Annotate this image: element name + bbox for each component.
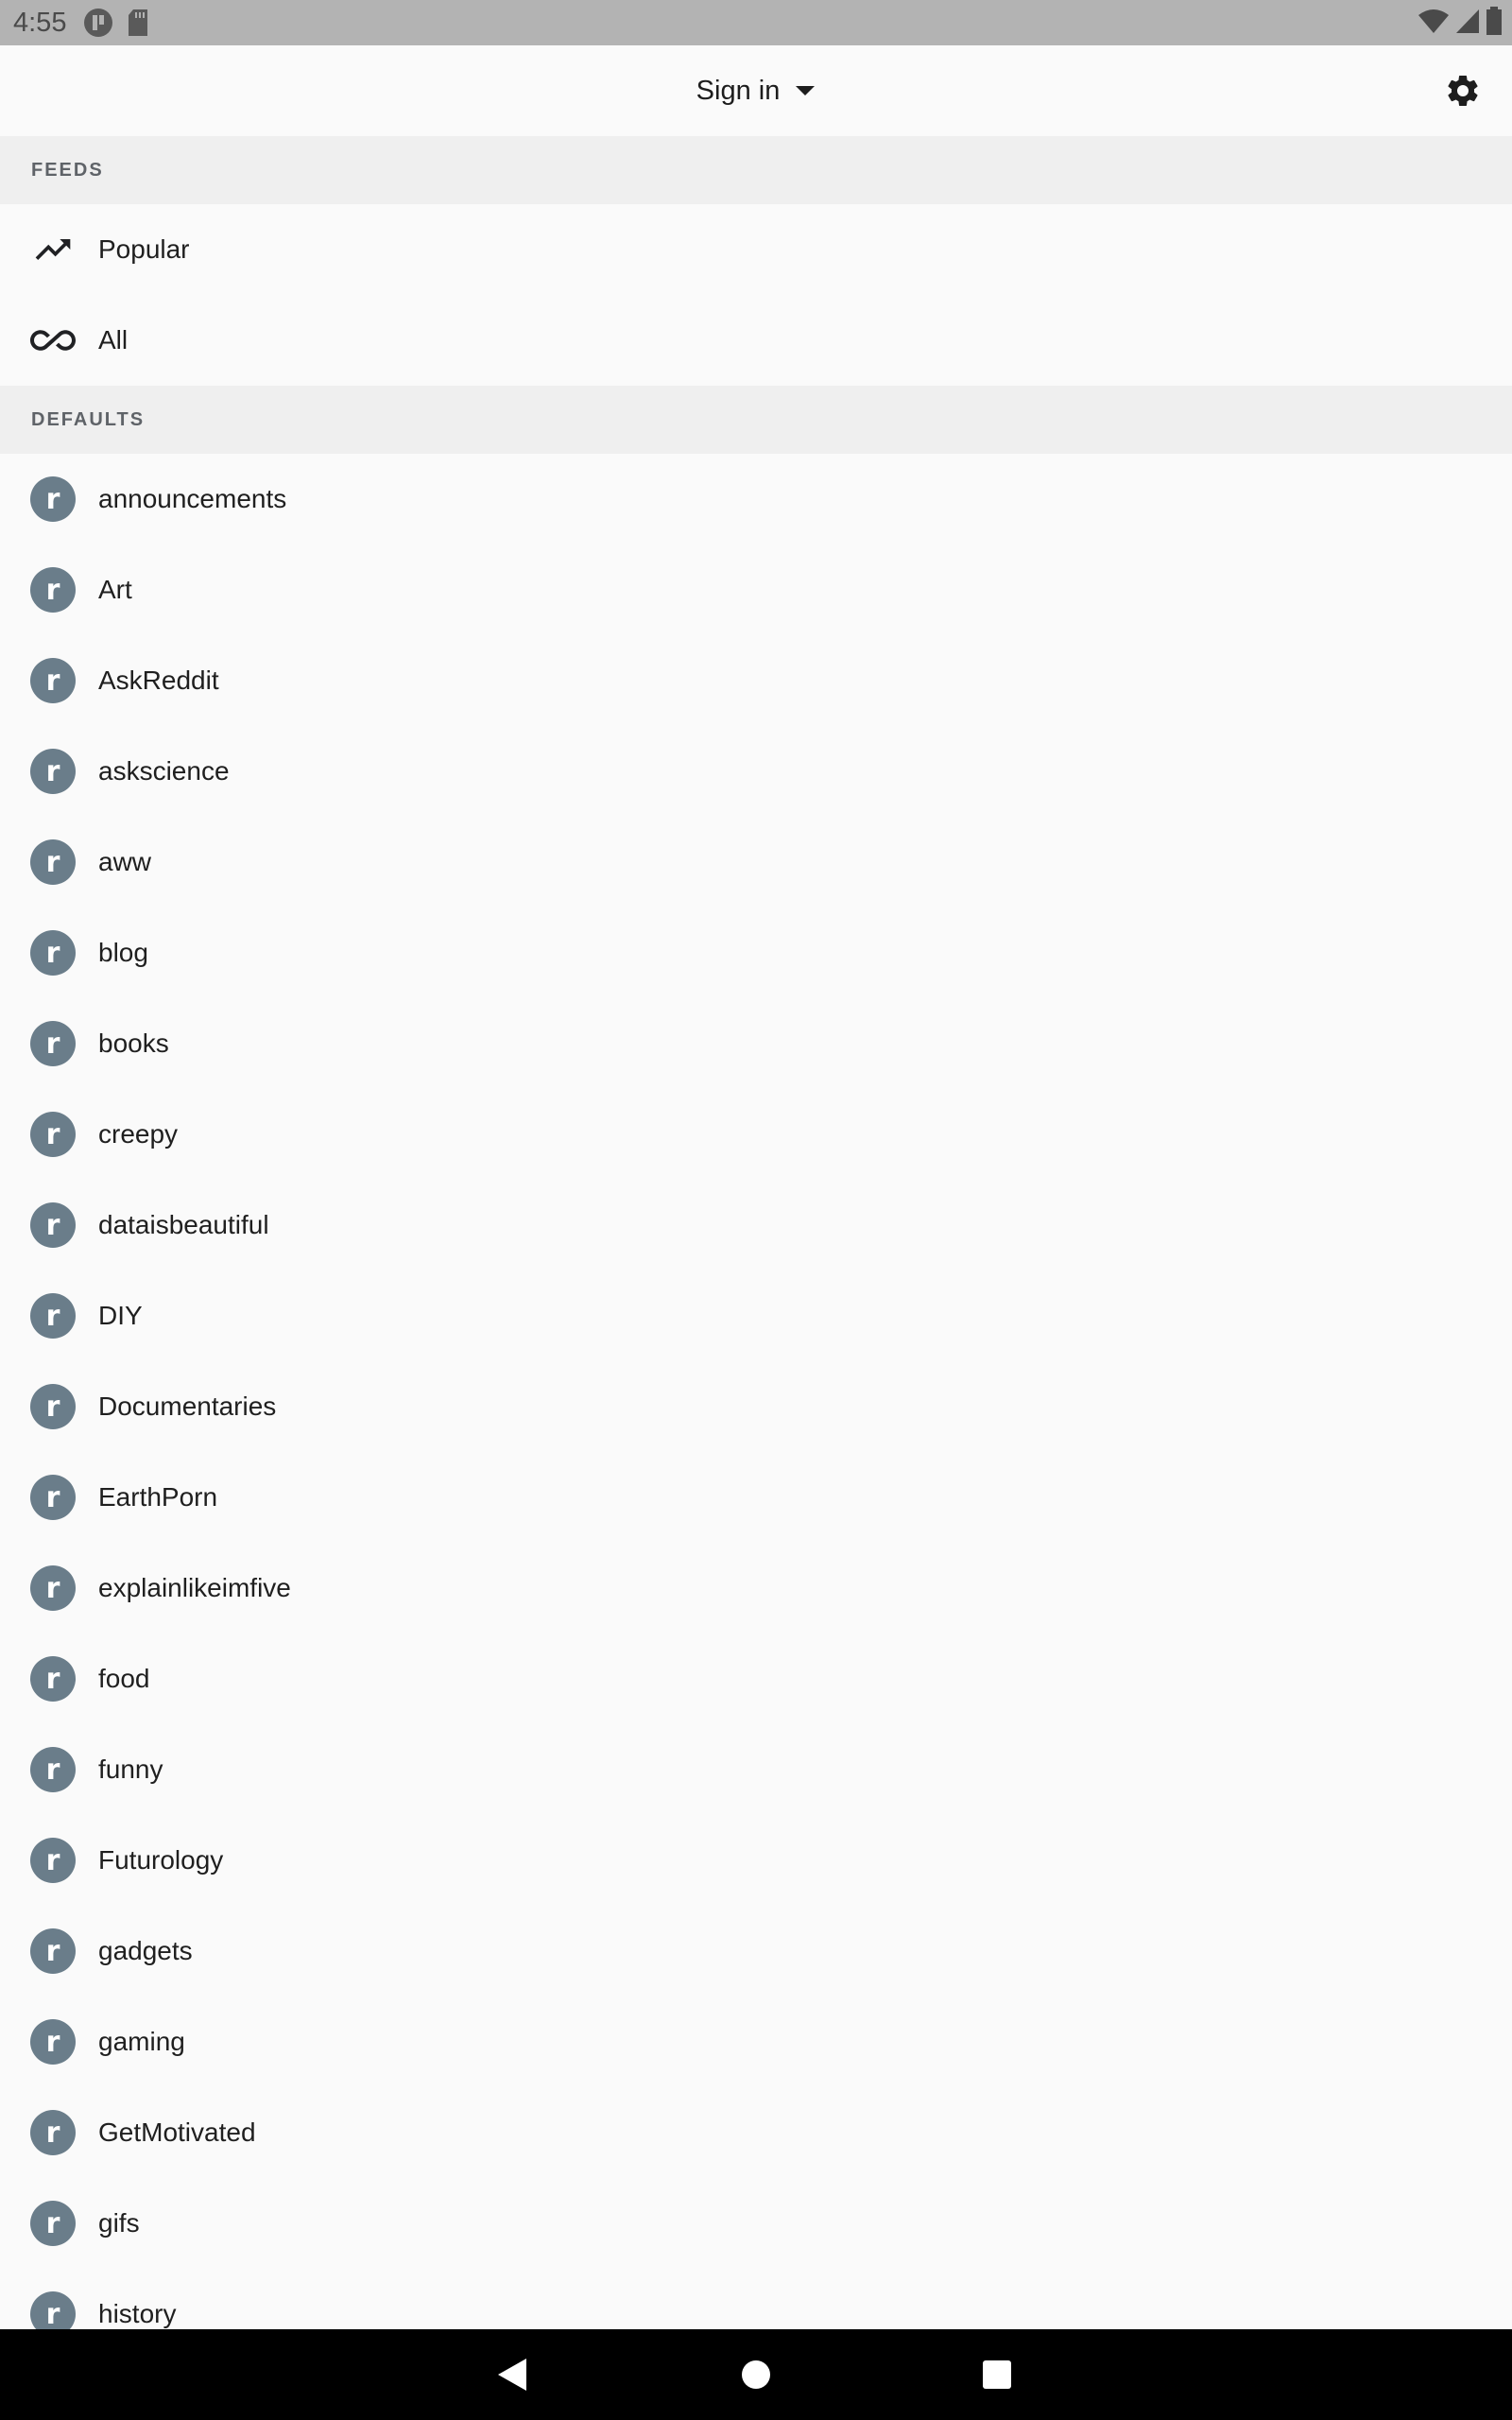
subreddit-item[interactable]: r EarthPorn — [0, 1452, 1512, 1543]
wifi-icon — [1418, 8, 1450, 39]
sd-card-icon — [127, 9, 149, 37]
subreddit-avatar-icon: r — [30, 839, 76, 885]
subreddit-avatar-icon: r — [30, 749, 76, 794]
subreddit-label: dataisbeautiful — [98, 1210, 269, 1239]
drawer-header: Sign in — [0, 45, 1512, 137]
subreddit-avatar-icon: r — [30, 1475, 76, 1520]
status-time: 4:55 — [13, 7, 67, 38]
subreddit-avatar-icon: r — [30, 1202, 76, 1248]
home-button[interactable] — [711, 2329, 801, 2420]
trending-up-icon — [30, 227, 76, 272]
subreddit-list: r announcements r Art r AskReddit r askscience r… — [0, 454, 1512, 2344]
subreddit-label: aww — [98, 847, 152, 876]
subreddit-avatar-icon: r — [30, 1928, 76, 1974]
settings-button[interactable] — [1440, 68, 1486, 113]
subreddit-avatar-icon: r — [30, 2201, 76, 2246]
subreddit-avatar-icon: r — [30, 1656, 76, 1702]
subreddit-label: gadgets — [98, 1936, 193, 1965]
subreddit-item[interactable]: r creepy — [0, 1089, 1512, 1180]
subreddit-avatar-icon: r — [30, 1565, 76, 1611]
subreddit-item[interactable]: r gifs — [0, 2178, 1512, 2269]
cell-signal-icon — [1455, 8, 1480, 39]
subreddit-item[interactable]: r explainlikeimfive — [0, 1543, 1512, 1634]
subreddit-item[interactable]: r DIY — [0, 1270, 1512, 1361]
subreddit-avatar-icon: r — [30, 658, 76, 703]
subreddit-label: gaming — [98, 2027, 185, 2056]
feed-label: Popular — [98, 234, 190, 264]
subreddit-label: AskReddit — [98, 666, 219, 695]
status-bar: 4:55 — [0, 0, 1512, 45]
subreddit-label: gifs — [98, 2208, 140, 2238]
back-button[interactable] — [467, 2329, 558, 2420]
infinity-icon — [30, 318, 76, 363]
subreddit-avatar-icon: r — [30, 1838, 76, 1883]
subreddit-label: funny — [98, 1754, 163, 1784]
subreddit-item[interactable]: r dataisbeautiful — [0, 1180, 1512, 1270]
subreddit-avatar-icon: r — [30, 2019, 76, 2065]
subreddit-item[interactable]: r blog — [0, 908, 1512, 998]
subreddit-label: announcements — [98, 484, 287, 513]
subreddit-item[interactable]: r askscience — [0, 726, 1512, 817]
subreddit-item[interactable]: r Art — [0, 544, 1512, 635]
recents-icon — [983, 2360, 1011, 2389]
subreddit-item[interactable]: r GetMotivated — [0, 2087, 1512, 2178]
dropdown-arrow-icon — [795, 85, 816, 96]
gear-icon — [1448, 75, 1478, 106]
system-nav-bar — [0, 2329, 1512, 2420]
subreddit-label: food — [98, 1664, 150, 1693]
feed-item-all[interactable]: All — [0, 295, 1512, 386]
section-header-feeds: FEEDS — [0, 136, 1512, 204]
subreddit-item[interactable]: r gadgets — [0, 1906, 1512, 1996]
subreddit-avatar-icon: r — [30, 1747, 76, 1792]
section-title: FEEDS — [31, 159, 104, 181]
subreddit-label: creepy — [98, 1119, 179, 1149]
subreddit-avatar-icon: r — [30, 1384, 76, 1429]
subreddit-item[interactable]: r aww — [0, 817, 1512, 908]
home-icon — [742, 2360, 770, 2389]
subreddit-avatar-icon: r — [30, 476, 76, 522]
subreddit-avatar-icon: r — [30, 1293, 76, 1339]
subreddit-avatar-icon: r — [30, 1112, 76, 1157]
subreddit-label: blog — [98, 938, 148, 967]
subreddit-item[interactable]: r funny — [0, 1724, 1512, 1815]
subreddit-label: Documentaries — [98, 1392, 277, 1421]
subreddit-item[interactable]: r food — [0, 1634, 1512, 1724]
section-title: DEFAULTS — [31, 408, 146, 430]
subreddit-label: DIY — [98, 1301, 143, 1330]
subreddit-item[interactable]: r gaming — [0, 1996, 1512, 2087]
app-notification-icon — [83, 8, 113, 38]
subreddit-avatar-icon: r — [30, 2110, 76, 2155]
subreddit-item[interactable]: r announcements — [0, 454, 1512, 544]
subreddit-item[interactable]: r Documentaries — [0, 1361, 1512, 1452]
feed-item-popular[interactable]: Popular — [0, 204, 1512, 295]
section-header-defaults: DEFAULTS — [0, 386, 1512, 454]
battery-icon — [1486, 6, 1503, 40]
subreddit-label: books — [98, 1028, 169, 1058]
subreddit-label: GetMotivated — [98, 2118, 256, 2147]
subreddit-label: EarthPorn — [98, 1482, 218, 1512]
account-switcher[interactable]: Sign in — [0, 45, 1512, 136]
subreddit-label: explainlikeimfive — [98, 1573, 291, 1602]
recents-button[interactable] — [952, 2329, 1042, 2420]
subreddit-avatar-icon: r — [30, 930, 76, 976]
subreddit-avatar-icon: r — [30, 567, 76, 613]
app-root: 4:55 Sign in FEEDS Popular All DEFAULTS … — [0, 0, 1512, 2420]
back-icon — [498, 2359, 526, 2391]
subreddit-label: Futurology — [98, 1845, 224, 1875]
feed-label: All — [98, 325, 129, 354]
subreddit-label: askscience — [98, 756, 230, 786]
subreddit-label: history — [98, 2299, 177, 2328]
subreddit-item[interactable]: r books — [0, 998, 1512, 1089]
subreddit-item[interactable]: r Futurology — [0, 1815, 1512, 1906]
sign-in-label: Sign in — [696, 75, 781, 106]
subreddit-item[interactable]: r AskReddit — [0, 635, 1512, 726]
subreddit-avatar-icon: r — [30, 1021, 76, 1066]
subreddit-label: Art — [98, 575, 132, 604]
